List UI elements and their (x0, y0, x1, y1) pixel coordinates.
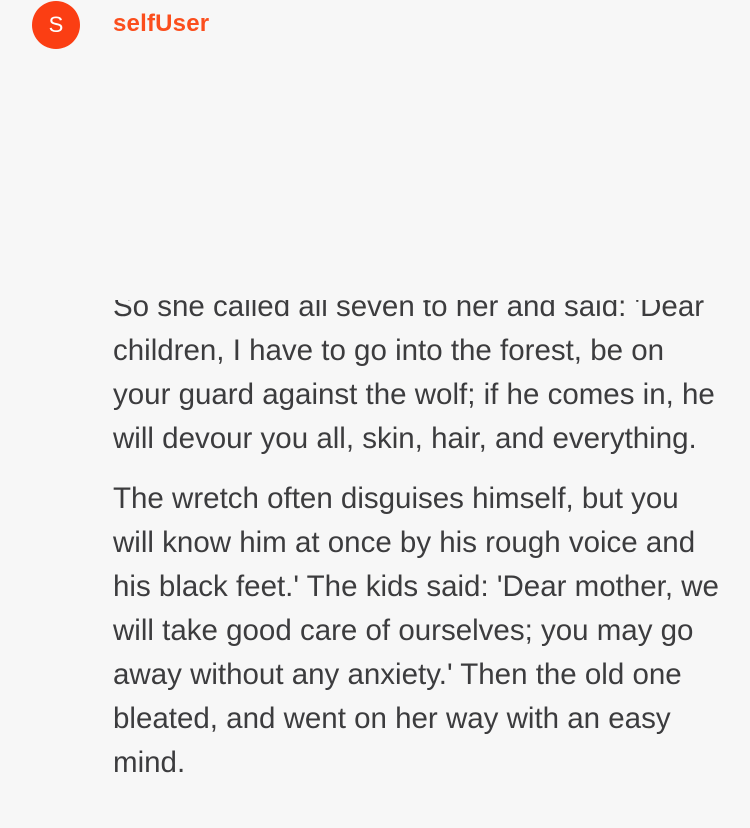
message-body: So she called all seven to her and said:… (0, 300, 750, 828)
message-paragraph-2: The wretch often disguises himself, but … (113, 482, 719, 779)
avatar[interactable]: S (32, 1, 80, 49)
message-item: S selfUser So she called all seven to he… (0, 0, 750, 828)
sender-name[interactable]: selfUser (113, 10, 209, 38)
message-text: So she called all seven to her and said:… (113, 300, 723, 801)
message-paragraph-1: So she called all seven to her and said:… (113, 300, 715, 455)
avatar-initial: S (48, 12, 64, 37)
